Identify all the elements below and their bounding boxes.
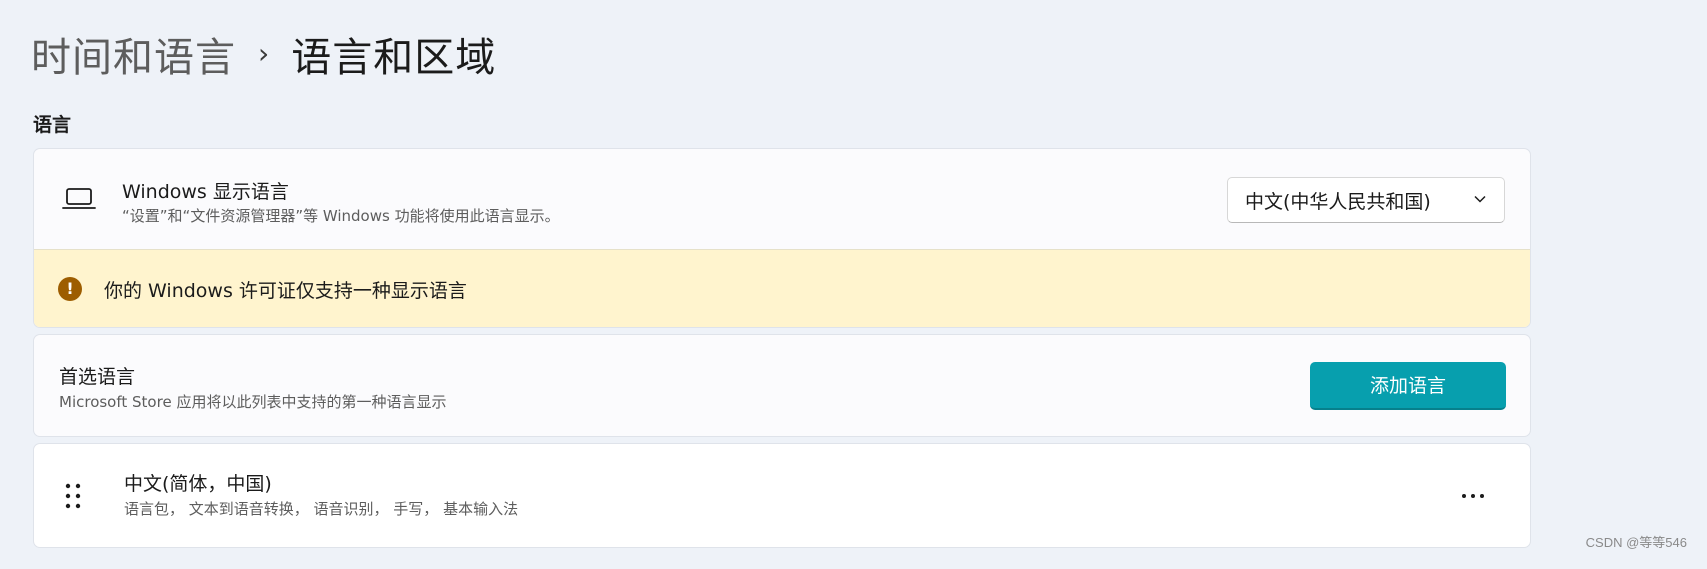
section-label-language: 语言 bbox=[33, 114, 72, 136]
more-options-icon[interactable] bbox=[1460, 484, 1486, 508]
display-language-dropdown[interactable]: 中文(中华人民共和国) bbox=[1227, 177, 1505, 223]
watermark-text: CSDN @等等546 bbox=[1585, 535, 1687, 550]
license-warning-text: 你的 Windows 许可证仅支持一种显示语言 bbox=[104, 280, 467, 302]
display-language-selected-value: 中文(中华人民共和国) bbox=[1245, 190, 1431, 213]
license-warning-banner: ! 你的 Windows 许可证仅支持一种显示语言 bbox=[34, 250, 1530, 327]
language-item-features: 语言包， 文本到语音转换， 语音识别， 手写， 基本输入法 bbox=[124, 500, 519, 518]
breadcrumb-parent-link[interactable]: 时间和语言 bbox=[31, 25, 236, 83]
preferred-languages-title: 首选语言 bbox=[59, 366, 136, 388]
breadcrumb-separator-icon: › bbox=[258, 36, 270, 70]
display-language-description: “设置”和“文件资源管理器”等 Windows 功能将使用此语言显示。 bbox=[122, 207, 560, 225]
page-title: 语言和区域 bbox=[291, 35, 497, 81]
display-language-card: Windows 显示语言 “设置”和“文件资源管理器”等 Windows 功能将… bbox=[33, 148, 1531, 328]
breadcrumb: 时间和语言 › 语言和区域 bbox=[31, 24, 496, 84]
preferred-languages-card: 首选语言 Microsoft Store 应用将以此列表中支持的第一种语言显示 … bbox=[33, 334, 1531, 437]
language-item-name: 中文(简体，中国) bbox=[124, 473, 272, 495]
display-language-row: Windows 显示语言 “设置”和“文件资源管理器”等 Windows 功能将… bbox=[34, 149, 1530, 250]
preferred-languages-description: Microsoft Store 应用将以此列表中支持的第一种语言显示 bbox=[59, 393, 447, 411]
display-language-title: Windows 显示语言 bbox=[122, 181, 289, 203]
drag-handle-icon[interactable] bbox=[64, 482, 84, 512]
language-list-item[interactable]: 中文(简体，中国) 语言包， 文本到语音转换， 语音识别， 手写， 基本输入法 bbox=[33, 443, 1531, 548]
laptop-icon bbox=[62, 188, 96, 209]
chevron-down-icon bbox=[1474, 195, 1486, 203]
add-language-button[interactable]: 添加语言 bbox=[1310, 362, 1506, 410]
warning-icon: ! bbox=[58, 277, 82, 301]
